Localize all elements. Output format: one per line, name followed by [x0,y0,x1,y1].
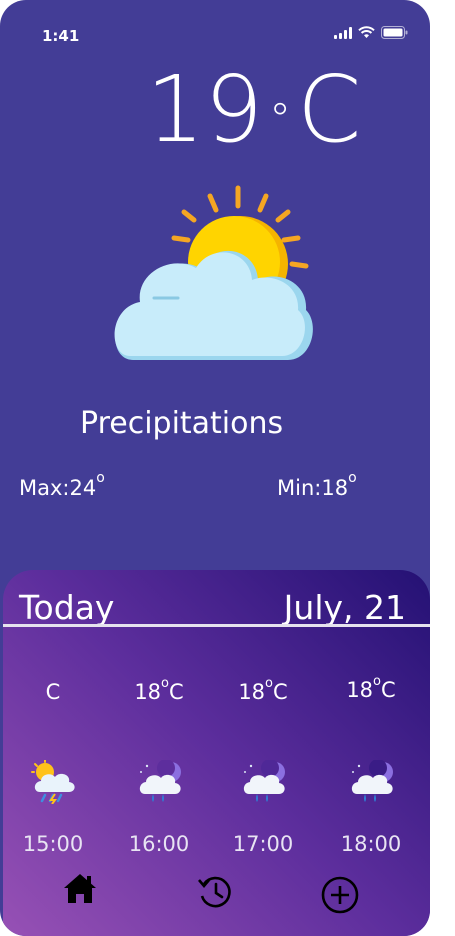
sun-cloud-rain-icon [31,760,75,804]
weather-screen: 1:41 19 °C Precipitations Max:24o Min:18… [0,0,430,936]
hourly-forecast-panel: Today July, 21 C 15:00 18oC 16:00 18oC 1… [3,570,430,936]
hour-time: 18:00 [340,832,402,856]
divider [3,624,430,627]
status-icons [334,26,408,39]
hour-temp: C [45,680,61,704]
sun-cloud-icon [114,185,313,360]
moon-cloud-rain-icon [243,760,285,802]
min-temperature: Min:18o [277,470,357,500]
battery-icon [381,26,408,39]
history-icon[interactable] [196,874,234,910]
add-icon[interactable] [321,876,359,914]
condition-label: Precipitations [80,406,284,441]
moon-cloud-rain-icon [139,760,181,802]
home-icon[interactable] [63,872,97,904]
current-temperature: 19 °C [146,56,362,163]
hour-time: 16:00 [128,832,190,856]
hour-temp: 18oC [134,676,184,704]
forecast-date: July, 21 [283,588,406,627]
hour-time: 15:00 [22,832,84,856]
wifi-icon [358,26,375,38]
hour-time: 17:00 [232,832,294,856]
moon-cloud-rain-icon [351,760,393,802]
signal-icon [334,26,352,39]
max-temperature: Max:24o [19,470,105,500]
hour-temp: 18oC [346,674,396,702]
forecast-title: Today [19,588,115,627]
hour-temp: 18oC [238,676,288,704]
status-time: 1:41 [42,27,80,45]
